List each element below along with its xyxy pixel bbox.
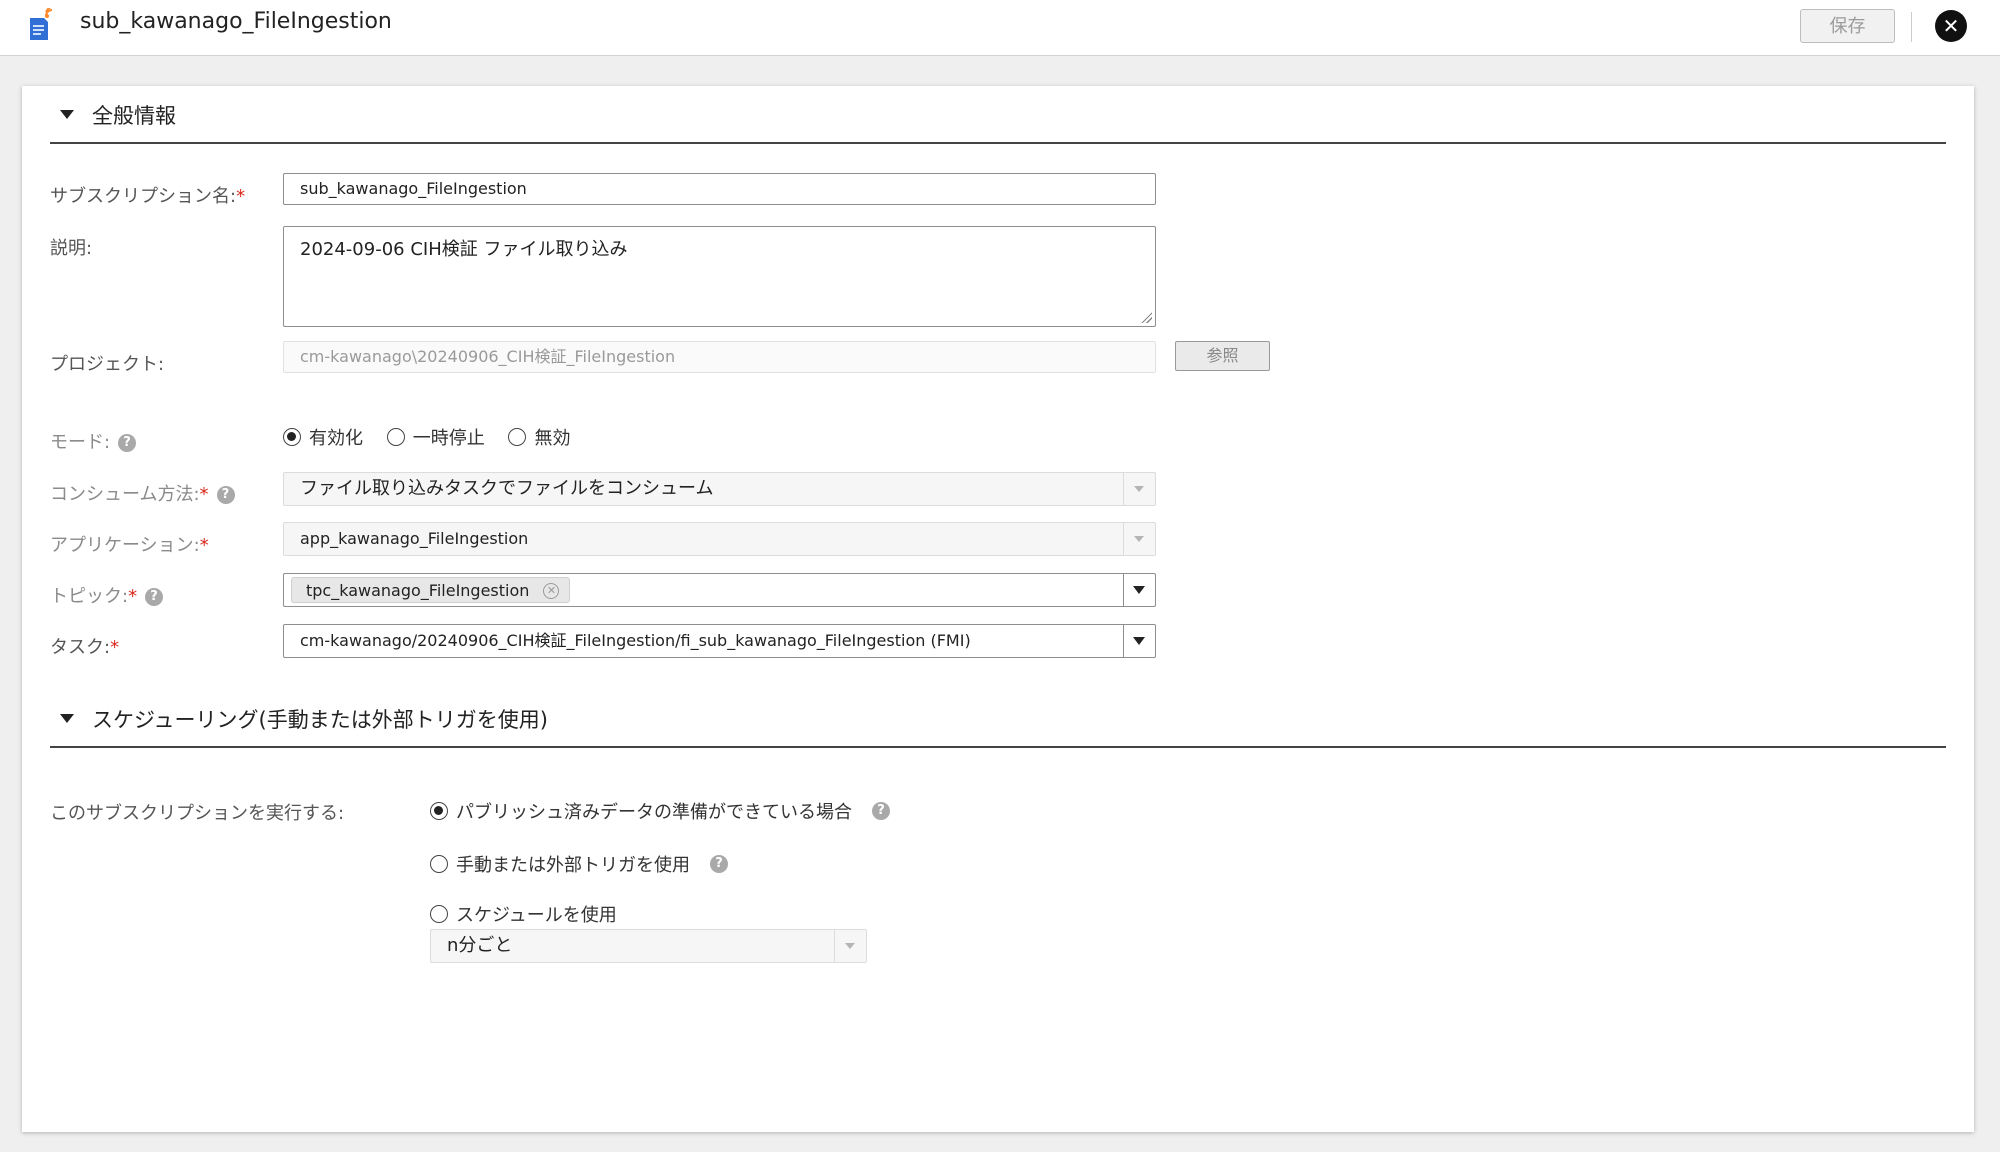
subscription-name-label: サブスクリプション名:* <box>50 186 246 207</box>
general-section-header[interactable]: 全般情報 <box>50 88 1946 144</box>
help-icon[interactable]: ? <box>145 588 164 606</box>
task-select[interactable]: cm-kawanago/20240906_CIH検証_FileIngestion… <box>283 624 1156 658</box>
mode-radio-group: 有効化 一時停止 無効 <box>283 424 588 451</box>
header-divider <box>1911 12 1912 42</box>
mode-label: モード:? <box>50 428 137 454</box>
help-icon[interactable]: ? <box>216 486 235 504</box>
header-bar: sub_kawanago_FileIngestion 保存 ✕ <box>0 0 2000 56</box>
document-broadcast-icon <box>30 8 53 40</box>
collapse-triangle-icon[interactable] <box>60 714 74 723</box>
radio-icon[interactable] <box>430 905 448 923</box>
description-textarea[interactable]: 2024-09-06 CIH検証 ファイル取り込み <box>283 226 1156 327</box>
run-option-manual[interactable]: 手動または外部トリガを使用? <box>430 851 746 878</box>
run-option-data-ready[interactable]: パブリッシュ済みデータの準備ができている場合? <box>430 798 908 825</box>
task-label: タスク:* <box>50 637 120 658</box>
application-select[interactable]: app_kawanago_FileIngestion <box>283 522 1156 556</box>
subscription-name-input[interactable]: sub_kawanago_FileIngestion <box>283 173 1156 205</box>
radio-icon[interactable] <box>386 428 405 446</box>
topic-label: トピック:*? <box>50 582 164 608</box>
help-icon[interactable]: ? <box>710 855 728 873</box>
consume-method-select[interactable]: ファイル取り込みタスクでファイルをコンシューム <box>283 472 1156 506</box>
schedule-select[interactable]: n分ごと <box>430 929 867 963</box>
topic-multiselect[interactable]: tpc_kawanago_FileIngestion ✕ <box>283 573 1156 607</box>
project-label: プロジェクト: <box>50 354 165 375</box>
page-title: sub_kawanago_FileIngestion <box>80 9 392 34</box>
scheduling-section-title: スケジューリング(手動または外部トリガを使用) <box>92 708 548 732</box>
chevron-down-icon[interactable] <box>1123 473 1155 505</box>
radio-selected-icon[interactable] <box>283 428 301 446</box>
remove-tag-icon[interactable]: ✕ <box>543 583 560 599</box>
consume-method-label: コンシューム方法:*? <box>50 480 235 506</box>
help-icon[interactable]: ? <box>118 434 137 452</box>
run-option-schedule[interactable]: スケジュールを使用 <box>430 901 635 928</box>
topic-tag: tpc_kawanago_FileIngestion ✕ <box>291 577 571 603</box>
chevron-down-icon[interactable] <box>1123 625 1155 657</box>
browse-button[interactable]: 参照 <box>1175 341 1270 371</box>
save-button[interactable]: 保存 <box>1800 9 1895 43</box>
radio-selected-icon[interactable] <box>430 802 448 820</box>
application-label: アプリケーション:* <box>50 535 209 556</box>
run-subscription-label: このサブスクリプションを実行する: <box>50 803 345 824</box>
general-section-title: 全般情報 <box>92 104 176 128</box>
radio-icon[interactable] <box>430 855 448 873</box>
help-icon[interactable]: ? <box>872 802 890 820</box>
project-input: cm-kawanago\20240906_CIH検証_FileIngestion <box>283 341 1156 373</box>
description-text: 2024-09-06 CIH検証 ファイル取り込み <box>300 239 628 260</box>
radio-icon[interactable] <box>508 428 527 446</box>
mode-option-enabled[interactable]: 有効化 <box>283 424 363 450</box>
close-icon[interactable]: ✕ <box>1935 10 1967 42</box>
mode-option-paused[interactable]: 一時停止 <box>386 424 485 450</box>
mode-option-disabled[interactable]: 無効 <box>508 424 570 450</box>
chevron-down-icon[interactable] <box>1123 574 1155 606</box>
resize-grip-icon[interactable] <box>1140 311 1152 323</box>
chevron-down-icon[interactable] <box>1123 523 1155 555</box>
chevron-down-icon[interactable] <box>834 930 866 962</box>
scheduling-section-header[interactable]: スケジューリング(手動または外部トリガを使用) <box>50 692 1946 748</box>
description-label: 説明: <box>50 238 93 259</box>
collapse-triangle-icon[interactable] <box>60 110 74 119</box>
